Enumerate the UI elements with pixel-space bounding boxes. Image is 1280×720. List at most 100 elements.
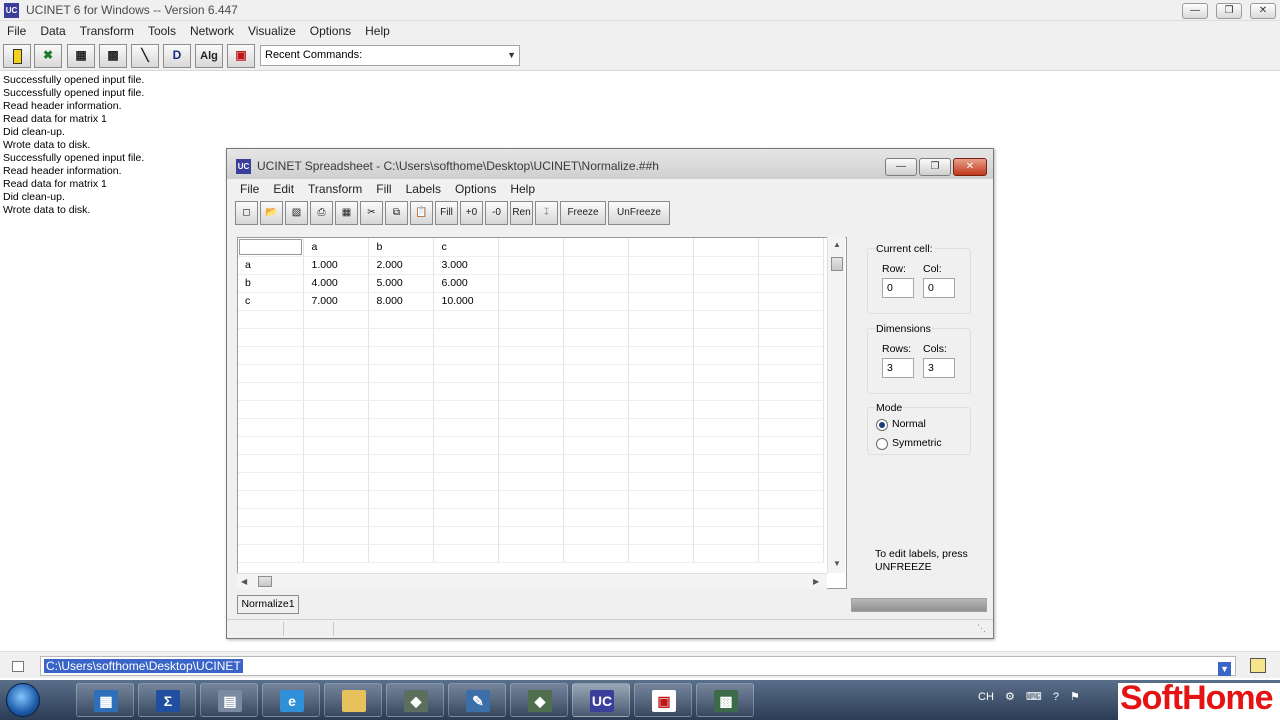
grid-cell[interactable] (758, 364, 824, 383)
close-button[interactable]: ✕ (1250, 3, 1276, 19)
grid-cell[interactable] (693, 346, 759, 365)
fill-button[interactable]: Fill (435, 201, 458, 225)
mode-normal-radio[interactable] (876, 419, 888, 431)
grid-cell[interactable] (628, 526, 694, 545)
grid-cell[interactable] (433, 310, 499, 329)
grid-cell[interactable] (628, 454, 694, 473)
row-header[interactable] (238, 346, 304, 365)
grid-cell[interactable] (433, 508, 499, 527)
menu-transform[interactable]: Transform (73, 21, 141, 41)
grid-cell[interactable] (563, 490, 629, 509)
grid-cell[interactable] (693, 508, 759, 527)
row-header[interactable] (238, 328, 304, 347)
taskbar-app-calculator[interactable]: ▤ (200, 683, 258, 717)
spreadsheet-title-bar[interactable]: UC UCINET Spreadsheet - C:\Users\softhom… (227, 149, 993, 179)
mode-symmetric-radio[interactable] (876, 438, 888, 450)
ss-minimize-button[interactable]: — (885, 158, 917, 176)
grid-cell[interactable] (693, 400, 759, 419)
grid-cell[interactable] (693, 328, 759, 347)
grid-cell[interactable] (758, 418, 824, 437)
grid-cell[interactable] (563, 544, 629, 563)
grid-cell[interactable] (303, 418, 369, 437)
row-header[interactable]: a (238, 256, 304, 275)
row-header[interactable] (238, 544, 304, 563)
grid-cell[interactable] (758, 454, 824, 473)
grid-cell[interactable] (693, 292, 759, 311)
row-header[interactable] (238, 418, 304, 437)
matrix-button[interactable]: ▩ (99, 44, 127, 68)
keyboard-icon[interactable]: ⌨ (1026, 691, 1042, 703)
grid-cell[interactable] (303, 400, 369, 419)
grid-cell[interactable] (628, 544, 694, 563)
sort-button[interactable]: ↧ (535, 201, 558, 225)
menu-help[interactable]: Help (358, 21, 397, 41)
grid-cell[interactable] (368, 508, 434, 527)
grid-cell[interactable] (628, 508, 694, 527)
grid-cell[interactable]: 1.000 (303, 256, 369, 275)
grid-cell[interactable] (433, 472, 499, 491)
menu-data[interactable]: Data (33, 21, 72, 41)
recent-commands-dropdown[interactable]: Recent Commands: ▼ (260, 45, 520, 66)
save-button[interactable]: ▧ (285, 201, 308, 225)
sheet-tab[interactable]: Normalize1 (237, 595, 299, 614)
grid-cell[interactable] (693, 454, 759, 473)
grid-cell[interactable]: 8.000 (368, 292, 434, 311)
grid-cell[interactable] (758, 274, 824, 293)
grid-cell[interactable] (368, 490, 434, 509)
taskbar-app-ucinet[interactable]: UC (572, 683, 630, 717)
grid-cell[interactable] (368, 364, 434, 383)
print-button[interactable]: ⎙ (310, 201, 333, 225)
netdraw-button[interactable]: ▣ (227, 44, 255, 68)
action-center-flag-icon[interactable]: ⚑ (1070, 691, 1080, 703)
new-button[interactable]: ◻ (235, 201, 258, 225)
grid-cell[interactable] (303, 328, 369, 347)
current-row-field[interactable]: 0 (882, 278, 914, 298)
grid-cell[interactable] (433, 490, 499, 509)
grid-cell[interactable] (433, 382, 499, 401)
grid-cell[interactable] (693, 238, 759, 257)
grid-cell[interactable] (628, 418, 694, 437)
ss-menu-transform[interactable]: Transform (301, 179, 369, 199)
grid-cell[interactable] (498, 256, 564, 275)
grid-cell[interactable] (628, 436, 694, 455)
ime-icon[interactable]: ⚙ (1005, 691, 1015, 703)
mode-normal-label[interactable]: Normal (892, 418, 926, 430)
menu-visualize[interactable]: Visualize (241, 21, 303, 41)
grid-cell[interactable] (433, 400, 499, 419)
draw-line-button[interactable]: ╲ (131, 44, 159, 68)
row-header[interactable]: b (238, 274, 304, 293)
grid-cell[interactable] (498, 454, 564, 473)
grid-cell[interactable] (498, 310, 564, 329)
grid-cell[interactable] (693, 418, 759, 437)
grid-cell[interactable] (758, 508, 824, 527)
taskbar-app-terminal[interactable]: ▩ (696, 683, 754, 717)
row-header[interactable] (238, 454, 304, 473)
grid-cell[interactable] (758, 490, 824, 509)
grid-cell[interactable] (498, 346, 564, 365)
grid-cell[interactable] (563, 292, 629, 311)
grid-cell[interactable] (498, 436, 564, 455)
row-header[interactable] (238, 364, 304, 383)
grid-cell[interactable] (303, 382, 369, 401)
ss-close-button[interactable]: ✕ (953, 158, 987, 176)
grid-cell[interactable] (628, 400, 694, 419)
spreadsheet-grid[interactable]: a b c a 1.000 2.000 3.000 b 4.000 5.000 … (237, 237, 847, 589)
grid-cell[interactable] (563, 472, 629, 491)
scroll-down-icon[interactable]: ▼ (833, 559, 841, 568)
grid-cell[interactable] (628, 292, 694, 311)
taskbar-app-editor[interactable]: ✎ (448, 683, 506, 717)
grid-cell[interactable]: 4.000 (303, 274, 369, 293)
grid-cell[interactable] (498, 364, 564, 383)
freeze-button[interactable]: Freeze (560, 201, 606, 225)
grid-cell[interactable] (628, 364, 694, 383)
help-icon[interactable]: ? (1053, 691, 1059, 703)
grid-cell[interactable] (758, 472, 824, 491)
column-header[interactable]: b (368, 238, 434, 257)
grid-cell[interactable] (433, 526, 499, 545)
vertical-scroll-thumb[interactable] (831, 257, 843, 271)
grid-cell[interactable] (498, 238, 564, 257)
rows-field[interactable]: 3 (882, 358, 914, 378)
grid-cell[interactable] (368, 454, 434, 473)
ss-menu-edit[interactable]: Edit (266, 179, 301, 199)
excel-button[interactable]: ✖ (34, 44, 62, 68)
